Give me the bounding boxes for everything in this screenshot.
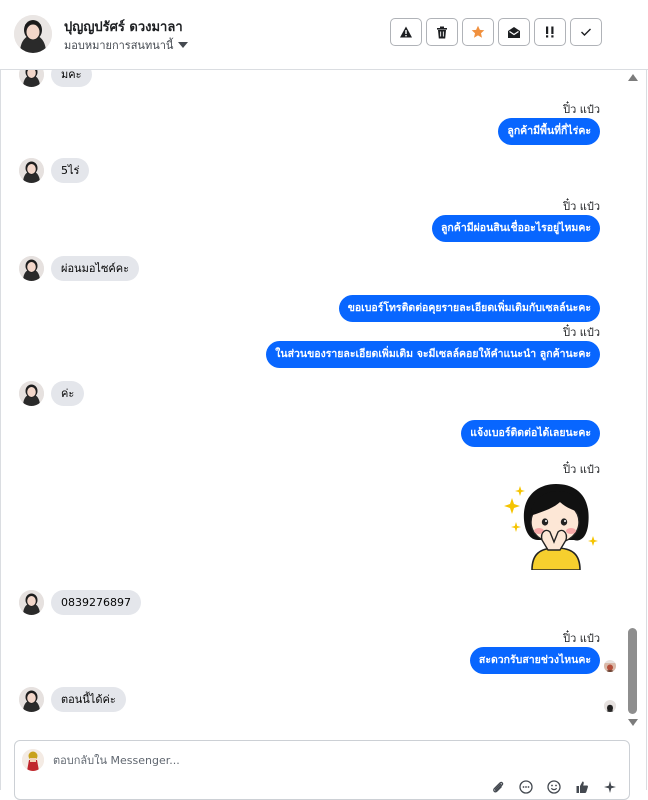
star-button[interactable] <box>462 18 494 46</box>
scroll-up-arrow-icon[interactable] <box>628 74 638 81</box>
contact-avatar-small <box>19 158 44 183</box>
message-bubble[interactable]: ขอเบอร์โทรติดต่อคุยรายละเอียดเพิ่มเติมกั… <box>338 295 600 322</box>
message-bubble[interactable]: ในส่วนของรายละเอียดเพิ่มเติม จะมีเซลล์คอ… <box>266 341 600 368</box>
message-bubble[interactable]: สะดวกรับสายช่วงไหนคะ <box>469 647 600 674</box>
assign-conversation-dropdown[interactable]: มอบหมายการสนทนานี้ <box>64 36 189 54</box>
header-actions <box>390 18 602 46</box>
report-spam-button[interactable] <box>390 18 422 46</box>
sticker-image[interactable] <box>502 478 602 571</box>
sparkle-mark <box>511 522 521 532</box>
emoji-icon[interactable] <box>545 779 563 795</box>
message-bubble[interactable]: ผ่อนมอไซค์คะ <box>51 256 140 281</box>
star-icon <box>471 25 485 38</box>
contact-avatar-small <box>19 70 44 87</box>
incoming-message: 0839276897 <box>19 590 141 615</box>
saved-reply-icon[interactable] <box>517 779 535 795</box>
contact-name[interactable]: ปุญญปรัศร์ ดวงมาลา <box>64 16 183 37</box>
seen-avatar <box>604 660 616 672</box>
sender-name: ปิ๋ว แป๋ว <box>563 632 600 645</box>
sparkle-icon[interactable] <box>601 779 619 795</box>
seen-avatar <box>604 700 616 712</box>
incoming-message: ค่ะ <box>19 381 85 406</box>
caret-down-icon <box>178 42 189 48</box>
sparkle-mark <box>588 536 598 546</box>
message-bubble[interactable]: 5ไร่ <box>51 158 90 183</box>
sender-name: ปิ๋ว แป๋ว <box>563 200 600 213</box>
incoming-message: ตอนนี้ได้ค่ะ <box>19 687 126 712</box>
trash-icon <box>437 26 447 38</box>
scroll-down-arrow-icon[interactable] <box>628 719 638 726</box>
conversation-header: ปุญญปรัศร์ ดวงมาลา มอบหมายการสนทนานี้ <box>0 0 648 70</box>
delete-button[interactable] <box>426 18 458 46</box>
message-bubble[interactable]: 0839276897 <box>51 590 141 615</box>
reply-composer <box>14 740 630 800</box>
message-bubble[interactable]: ค่ะ <box>51 381 85 406</box>
scrollbar-thumb[interactable] <box>628 628 637 714</box>
incoming-message: ผ่อนมอไซค์คะ <box>19 256 140 281</box>
sender-name: ปิ๋ว แป๋ว <box>563 103 600 116</box>
message-bubble[interactable]: ลูกค้ามีผ่อนสินเชื่ออะไรอยู่ไหมคะ <box>432 215 600 242</box>
contact-avatar[interactable] <box>14 15 52 53</box>
thread-scrollbar[interactable] <box>626 70 640 730</box>
contact-avatar-small <box>19 256 44 281</box>
sparkle-mark <box>504 498 520 514</box>
sender-name: ปิ๋ว แป๋ว <box>563 326 600 339</box>
incoming-message: มคะ <box>19 70 92 87</box>
reply-input[interactable] <box>53 754 473 767</box>
envelope-open-icon <box>508 26 520 38</box>
incoming-message: 5ไร่ <box>19 158 90 183</box>
follow-up-button[interactable] <box>534 18 566 46</box>
page-avatar <box>22 749 44 771</box>
message-bubble[interactable]: ลูกค้ามีพื้นที่กี่ไร่คะ <box>498 118 600 145</box>
assign-label: มอบหมายการสนทนานี้ <box>64 39 174 52</box>
mark-done-button[interactable] <box>570 18 602 46</box>
sender-name: ปิ๋ว แป๋ว <box>563 463 600 476</box>
double-exclaim-icon <box>546 26 554 38</box>
check-icon <box>581 28 591 36</box>
like-icon[interactable] <box>573 779 591 795</box>
message-bubble[interactable]: แจ้งเบอร์ติดต่อได้เลยนะคะ <box>461 420 600 447</box>
composer-tools <box>489 779 619 795</box>
message-bubble[interactable]: มคะ <box>51 70 92 87</box>
paperclip-icon[interactable] <box>489 779 507 795</box>
sparkle-mark <box>515 486 525 496</box>
contact-avatar-small <box>19 381 44 406</box>
message-bubble[interactable]: ตอนนี้ได้ค่ะ <box>51 687 126 712</box>
warning-icon <box>400 26 412 38</box>
contact-avatar-small <box>19 687 44 712</box>
contact-avatar-small <box>19 590 44 615</box>
mark-unread-button[interactable] <box>498 18 530 46</box>
message-thread[interactable]: มคะ ปิ๋ว แป๋ว ลูกค้ามีพื้นที่กี่ไร่คะ 5ไ… <box>0 70 624 730</box>
